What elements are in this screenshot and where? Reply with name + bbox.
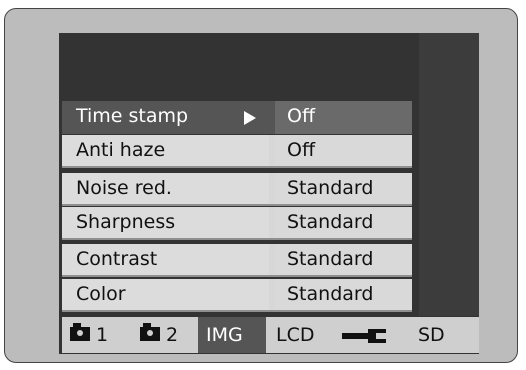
menu-row-contrast[interactable]: Contrast Standard	[62, 244, 412, 277]
menu-row-sharpness[interactable]: Sharpness Standard	[62, 207, 412, 240]
tab-label: SD	[418, 324, 445, 346]
tab-camera-1[interactable]: 1	[62, 317, 130, 353]
menu-row-label: Noise red.	[62, 173, 269, 206]
menu-row-anti-haze[interactable]: Anti haze Off	[62, 135, 412, 168]
menu-row-label: Anti haze	[62, 135, 269, 168]
menu-row-value[interactable]: Off	[275, 135, 412, 168]
tab-label: 1	[96, 324, 109, 346]
menu-row-value[interactable]: Standard	[275, 279, 412, 312]
tab-img[interactable]: IMG	[198, 317, 266, 353]
camera-icon	[70, 323, 90, 341]
submenu-arrow-icon	[244, 111, 256, 125]
tab-label: 2	[166, 324, 179, 346]
tab-label: IMG	[206, 324, 243, 346]
menu-row-value[interactable]: Standard	[275, 173, 412, 206]
camera-icon	[140, 323, 160, 341]
tab-sd[interactable]: SD	[402, 317, 479, 353]
wrench-icon	[342, 329, 386, 343]
menu-row-value[interactable]: Standard	[275, 207, 412, 240]
tab-lcd[interactable]: LCD	[266, 317, 334, 353]
screen-side-panel	[419, 33, 479, 316]
menu-row-color[interactable]: Color Standard	[62, 279, 412, 312]
menu-row-time-stamp[interactable]: Time stamp Off	[62, 101, 412, 134]
menu-row-label: Contrast	[62, 244, 269, 277]
menu-row-value[interactable]: Standard	[275, 244, 412, 277]
menu-row-label: Sharpness	[62, 207, 269, 240]
menu-tab-bar: 1 2 IMG LCD SD	[62, 317, 479, 353]
menu-row-label: Time stamp	[62, 101, 269, 134]
menu-row-label: Color	[62, 279, 269, 312]
tab-camera-2[interactable]: 2	[130, 317, 198, 353]
tab-label: LCD	[276, 324, 315, 346]
menu-row-noise-red[interactable]: Noise red. Standard	[62, 173, 412, 206]
menu-row-value[interactable]: Off	[275, 101, 412, 134]
tab-setup[interactable]	[334, 317, 402, 353]
